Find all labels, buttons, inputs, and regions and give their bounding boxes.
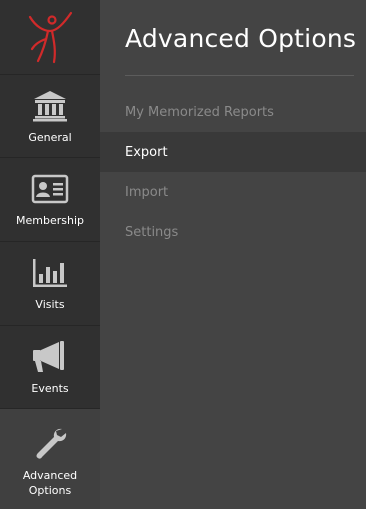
- wrench-icon: [30, 426, 70, 462]
- menu-item-import[interactable]: Import: [100, 172, 366, 212]
- menu-item-my-memorized-reports[interactable]: My Memorized Reports: [100, 92, 366, 132]
- options-menu: My Memorized Reports Export Import Setti…: [100, 92, 366, 252]
- bar-chart-icon: [30, 255, 70, 291]
- main-panel: Advanced Options My Memorized Reports Ex…: [100, 0, 366, 509]
- figure-logo-icon: [28, 11, 73, 63]
- sidebar-item-general[interactable]: General: [0, 75, 100, 159]
- sidebar-item-label: Events: [31, 381, 69, 395]
- bank-building-icon: [30, 88, 70, 124]
- sidebar-item-membership[interactable]: Membership: [0, 158, 100, 243]
- sidebar-item-label: General: [28, 130, 72, 144]
- sidebar-item-label: Visits: [35, 297, 65, 311]
- sidebar: General Membership Visits Events Advance…: [0, 0, 100, 509]
- app-window: General Membership Visits Events Advance…: [0, 0, 366, 509]
- sidebar-item-advanced-options[interactable]: Advanced Options: [0, 409, 100, 509]
- sidebar-item-visits[interactable]: Visits: [0, 242, 100, 326]
- menu-item-settings[interactable]: Settings: [100, 212, 366, 252]
- page-title: Advanced Options: [125, 24, 357, 53]
- id-card-icon: [30, 171, 70, 207]
- sidebar-item-label: Advanced Options: [22, 469, 78, 498]
- menu-item-export[interactable]: Export: [100, 132, 366, 172]
- sidebar-item-label: Membership: [16, 214, 84, 228]
- megaphone-icon: [30, 339, 70, 375]
- title-divider: [125, 75, 354, 76]
- sidebar-item-events[interactable]: Events: [0, 326, 100, 410]
- app-logo[interactable]: [0, 0, 100, 75]
